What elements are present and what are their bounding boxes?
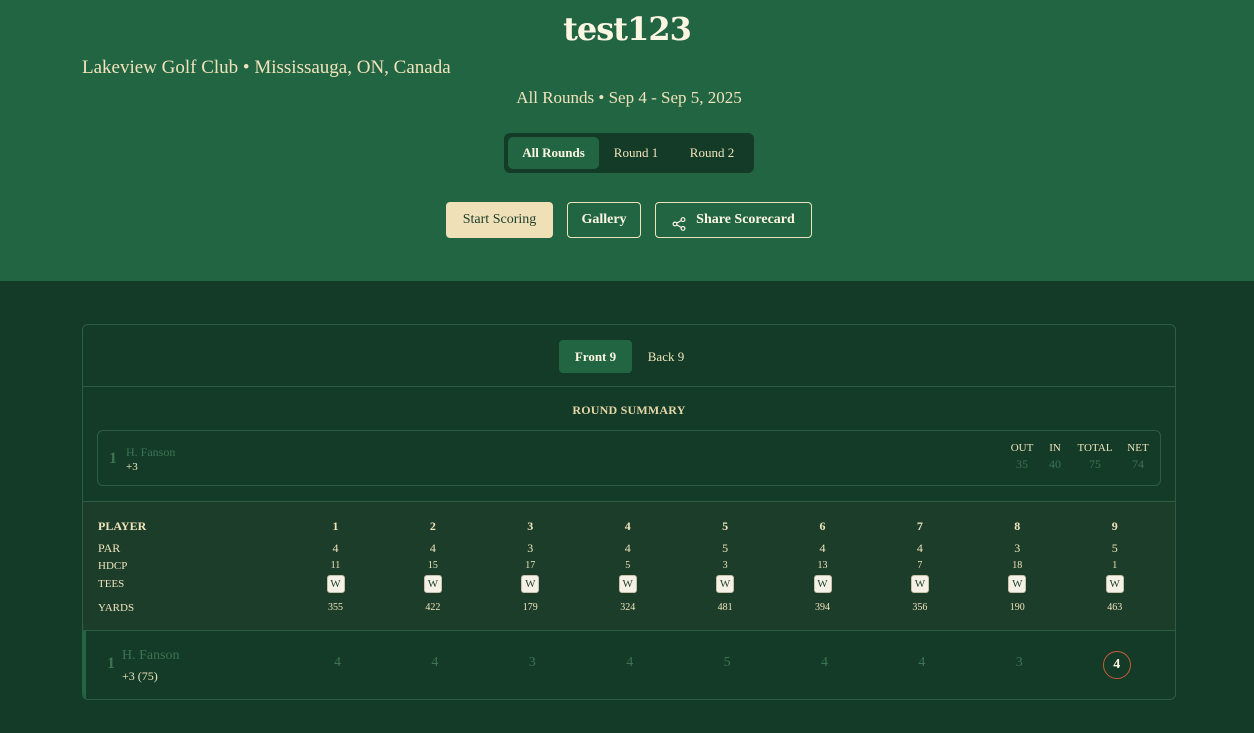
tee-badge: W bbox=[521, 575, 540, 593]
hole-number: 6 bbox=[819, 519, 826, 533]
hole-score[interactable]: 4 bbox=[795, 655, 855, 671]
hole-yards: 422 bbox=[425, 602, 441, 613]
header-banner: test123 Lakeview Golf Club • Mississauga… bbox=[0, 0, 1254, 281]
hole-number: 4 bbox=[624, 519, 631, 533]
hole-hdcp: 15 bbox=[427, 560, 438, 571]
tee-badge: W bbox=[1105, 575, 1124, 593]
summary-out: OUT 35 bbox=[1010, 442, 1034, 471]
hole-score[interactable]: 3 bbox=[502, 655, 562, 671]
hole-hdcp: 11 bbox=[330, 560, 341, 571]
hole-score[interactable]: 4 bbox=[600, 655, 660, 671]
share-icon bbox=[672, 211, 686, 231]
hole-par: 3 bbox=[1014, 541, 1021, 555]
hole-par: 4 bbox=[624, 541, 631, 555]
hole-par: 3 bbox=[527, 541, 534, 555]
tee-badge: W bbox=[716, 575, 735, 593]
hole-yards: 324 bbox=[620, 602, 636, 613]
tab-round-1[interactable]: Round 1 bbox=[601, 137, 671, 169]
divider bbox=[83, 386, 1175, 387]
label-player: PLAYER bbox=[98, 519, 147, 533]
label-yards: YARDS bbox=[98, 602, 135, 614]
hole-number: 8 bbox=[1014, 519, 1021, 533]
tee-badge: W bbox=[1008, 575, 1027, 593]
label-hdcp: HDCP bbox=[98, 560, 128, 572]
hole-par: 4 bbox=[429, 541, 436, 555]
share-scorecard-button[interactable]: Share Scorecard bbox=[655, 202, 812, 238]
summary-rank: 1 bbox=[109, 450, 117, 467]
tab-all-rounds[interactable]: All Rounds bbox=[508, 137, 599, 169]
label-tees: TEES bbox=[98, 578, 125, 590]
hole-number: 9 bbox=[1111, 519, 1118, 533]
hole-hdcp: 17 bbox=[525, 560, 536, 571]
hole-par: 4 bbox=[819, 541, 826, 555]
player-rank: 1 bbox=[107, 655, 115, 672]
hole-info-grid: PLAYER PAR HDCP TEES YARDS 1 2 3 4 5 6 7 8 9 4 4 3 4… bbox=[83, 502, 1175, 630]
hole-score[interactable]: 4 bbox=[308, 655, 368, 671]
summary-to-par: +3 bbox=[126, 461, 138, 473]
hole-number: 5 bbox=[722, 519, 729, 533]
scorecard-card: Front 9 Back 9 ROUND SUMMARY 1 H. Fanson… bbox=[82, 324, 1176, 700]
summary-net: NET 74 bbox=[1127, 442, 1149, 471]
page-title: test123 bbox=[563, 10, 692, 48]
hole-yards: 356 bbox=[912, 602, 928, 613]
player-name: H. Fanson bbox=[122, 648, 180, 663]
hole-hdcp: 7 bbox=[917, 560, 923, 571]
round-summary-title: ROUND SUMMARY bbox=[572, 403, 686, 417]
summary-total: TOTAL 75 bbox=[1077, 442, 1113, 471]
hole-yards: 394 bbox=[815, 602, 830, 613]
round-tabs: All Rounds Round 1 Round 2 bbox=[504, 133, 754, 173]
tee-badge: W bbox=[326, 575, 345, 593]
hole-hdcp: 18 bbox=[1012, 560, 1023, 571]
course-location: Lakeview Golf Club • Mississauga, ON, Ca… bbox=[82, 57, 451, 78]
tee-badge: W bbox=[618, 575, 637, 593]
hole-hdcp: 5 bbox=[625, 560, 631, 571]
hole-yards: 481 bbox=[717, 602, 733, 613]
tee-badge: W bbox=[813, 575, 832, 593]
player-score-row[interactable]: 1 H. Fanson +3 (75) 4 4 3 4 5 4 4 3 4 bbox=[83, 631, 1175, 699]
label-par: PAR bbox=[98, 541, 121, 555]
share-scorecard-label: Share Scorecard bbox=[696, 212, 795, 227]
hole-hdcp: 1 bbox=[1112, 560, 1118, 571]
hole-score-bogey[interactable]: 4 bbox=[1102, 651, 1131, 679]
hole-par: 4 bbox=[332, 541, 339, 555]
start-scoring-button[interactable]: Start Scoring bbox=[446, 202, 553, 238]
hole-number: 2 bbox=[429, 519, 436, 533]
tee-badge: W bbox=[910, 575, 929, 593]
hole-yards: 179 bbox=[522, 602, 538, 613]
hole-hdcp: 3 bbox=[722, 560, 728, 571]
hole-par: 5 bbox=[1111, 541, 1118, 555]
hole-hdcp: 13 bbox=[817, 560, 828, 571]
summary-player-name: H. Fanson bbox=[126, 445, 176, 459]
hole-par: 5 bbox=[722, 541, 729, 555]
hole-number: 1 bbox=[332, 519, 339, 533]
hole-number: 3 bbox=[527, 519, 534, 533]
hole-score[interactable]: 4 bbox=[892, 655, 952, 671]
tee-badge: W bbox=[423, 575, 442, 593]
gallery-button[interactable]: Gallery bbox=[567, 202, 641, 238]
hole-score[interactable]: 5 bbox=[697, 655, 757, 671]
hole-yards: 190 bbox=[1009, 602, 1025, 613]
summary-in: IN 40 bbox=[1049, 442, 1061, 471]
hole-yards: 355 bbox=[328, 602, 343, 613]
hole-score[interactable]: 4 bbox=[405, 655, 465, 671]
player-total: +3 (75) bbox=[122, 669, 158, 683]
round-dates: All Rounds • Sep 4 - Sep 5, 2025 bbox=[516, 88, 742, 107]
hole-number: 7 bbox=[916, 519, 923, 533]
tab-front-9[interactable]: Front 9 bbox=[559, 340, 632, 373]
tab-round-2[interactable]: Round 2 bbox=[675, 137, 749, 169]
round-summary-row[interactable]: 1 H. Fanson +3 OUT 35 IN 40 TOTAL 75 NET… bbox=[97, 430, 1161, 486]
tab-back-9[interactable]: Back 9 bbox=[636, 340, 696, 373]
hole-yards: 463 bbox=[1107, 602, 1123, 613]
hole-score[interactable]: 3 bbox=[989, 655, 1049, 671]
hole-par: 4 bbox=[916, 541, 923, 555]
